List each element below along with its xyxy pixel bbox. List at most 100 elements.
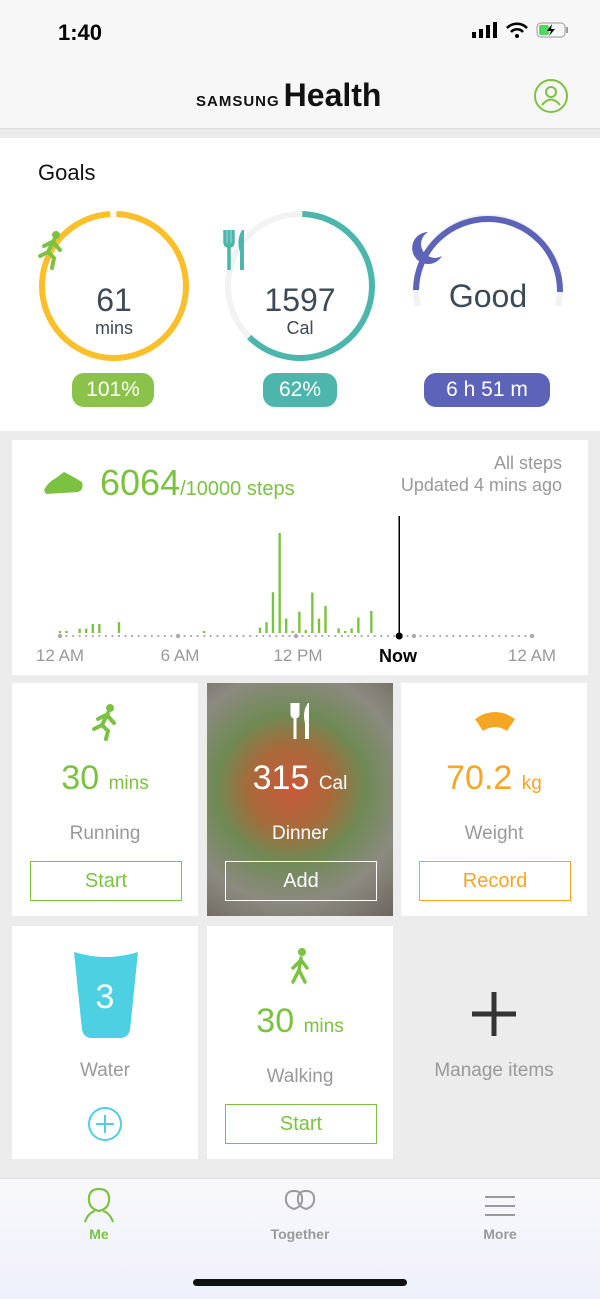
activity-value: 61: [96, 282, 132, 318]
axis-dot: [478, 634, 481, 638]
manage-items-tile[interactable]: Manage items: [401, 926, 587, 1159]
food-value: 1597: [264, 282, 336, 318]
goals-card[interactable]: Goals 61 mins 101% 1597 Cal 62% Good 6 h…: [0, 138, 600, 431]
axis-dot: [458, 634, 461, 638]
me-icon: [83, 1187, 115, 1223]
food-tile[interactable]: 315 Cal Dinner Add: [207, 683, 393, 916]
home-indicator[interactable]: [193, 1279, 407, 1286]
add-water-button[interactable]: [87, 1106, 123, 1142]
axis-dot: [439, 634, 442, 638]
menu-icon: [485, 1196, 515, 1216]
axis-dot: [170, 634, 173, 638]
sleep-value: Good: [448, 278, 528, 314]
axis-dot: [104, 634, 107, 638]
food-goal[interactable]: 1597 Cal: [222, 208, 378, 364]
brand-small: SAMSUNG: [196, 93, 280, 110]
samsung-health-logo: SAMSUNG Health: [196, 77, 381, 114]
axis-dot: [255, 634, 258, 638]
axis-dot: [209, 634, 212, 638]
axis-dot: [57, 633, 63, 639]
axis-dot: [117, 634, 121, 638]
step-bar: [84, 628, 88, 633]
tab-more-label: More: [483, 1226, 517, 1242]
walking-value: 30: [256, 1002, 295, 1040]
tab-me-label: Me: [89, 1226, 109, 1242]
step-bar: [311, 592, 314, 633]
walking-label: Walking: [266, 1066, 334, 1087]
food-add-button[interactable]: Add: [225, 861, 377, 901]
running-start-button[interactable]: Start: [30, 861, 182, 901]
tab-together-label: Together: [270, 1226, 330, 1242]
step-bar: [298, 611, 301, 633]
step-bar: [202, 631, 206, 633]
tab-more[interactable]: More: [440, 1187, 560, 1242]
activity-goal[interactable]: 61 mins: [36, 208, 192, 364]
axis-dot: [380, 634, 383, 638]
axis-dot: [65, 634, 68, 638]
weight-tile[interactable]: 70.2 kg Weight Record: [401, 683, 587, 916]
axis-dot: [353, 634, 357, 638]
tab-me[interactable]: Me: [39, 1187, 159, 1242]
step-bar: [284, 618, 288, 633]
axis-dot: [498, 634, 501, 638]
axis-dot: [471, 634, 475, 638]
profile-button[interactable]: [534, 79, 568, 113]
signal-icon: [472, 22, 497, 38]
brand-large: Health: [283, 77, 382, 113]
step-bar: [343, 631, 347, 633]
tab-together[interactable]: Together: [240, 1187, 360, 1242]
food-unit: Cal: [286, 318, 314, 338]
axis-dot: [504, 634, 507, 638]
weight-label: Weight: [464, 823, 524, 844]
walking-start-button[interactable]: Start: [225, 1104, 377, 1144]
axis-dot: [327, 634, 330, 638]
water-label: Water: [80, 1060, 130, 1081]
x-tick: 12 AM: [35, 646, 85, 665]
running-unit: mins: [108, 773, 149, 794]
walking-tile[interactable]: 30 mins Walking Start: [207, 926, 393, 1159]
axis-dot: [249, 634, 252, 638]
now-marker: [395, 632, 403, 640]
axis-dot: [281, 634, 284, 638]
water-value: 3: [95, 978, 115, 1016]
axis-dot: [452, 634, 455, 638]
walking-unit: mins: [303, 1016, 344, 1037]
running-value: 30: [61, 759, 100, 797]
step-bar: [291, 631, 294, 633]
step-bar: [304, 630, 308, 633]
plus-icon: [472, 992, 516, 1036]
axis-dot: [222, 634, 225, 638]
activity-unit: mins: [94, 318, 133, 338]
axis-dot: [98, 634, 101, 638]
axis-dot: [190, 634, 193, 638]
axis-dot: [144, 634, 147, 638]
step-bar: [317, 618, 321, 633]
wifi-icon: [506, 22, 528, 38]
axis-dot: [340, 634, 343, 638]
user-circle-icon: [541, 86, 561, 106]
axis-dot: [360, 634, 363, 638]
axis-dot: [91, 634, 94, 638]
axis-dot: [131, 634, 134, 638]
axis-dot: [308, 634, 311, 638]
activity-badge: 101%: [72, 373, 154, 407]
food-tile-label: Dinner: [272, 823, 328, 844]
weight-record-button[interactable]: Record: [419, 861, 571, 901]
sleep-goal[interactable]: Good: [410, 208, 566, 364]
axis-dot: [517, 634, 520, 638]
axis-dot: [196, 634, 199, 638]
running-tile[interactable]: 30 mins Running Start: [12, 683, 198, 916]
axis-dot: [157, 634, 160, 638]
water-tile[interactable]: 3 Water: [12, 926, 198, 1159]
step-bar: [350, 628, 353, 633]
step-bar: [58, 631, 62, 633]
axis-dot: [262, 634, 265, 638]
x-tick: 12 PM: [273, 646, 323, 665]
x-tick-now: Now: [379, 646, 417, 666]
x-tick: 6 AM: [160, 646, 200, 665]
axis-dot: [78, 634, 81, 638]
step-bar: [324, 605, 327, 633]
moon-icon: [412, 232, 442, 264]
steps-card[interactable]: 6064/10000 steps All steps Updated 4 min…: [12, 440, 588, 675]
steps-chart: [57, 516, 535, 640]
